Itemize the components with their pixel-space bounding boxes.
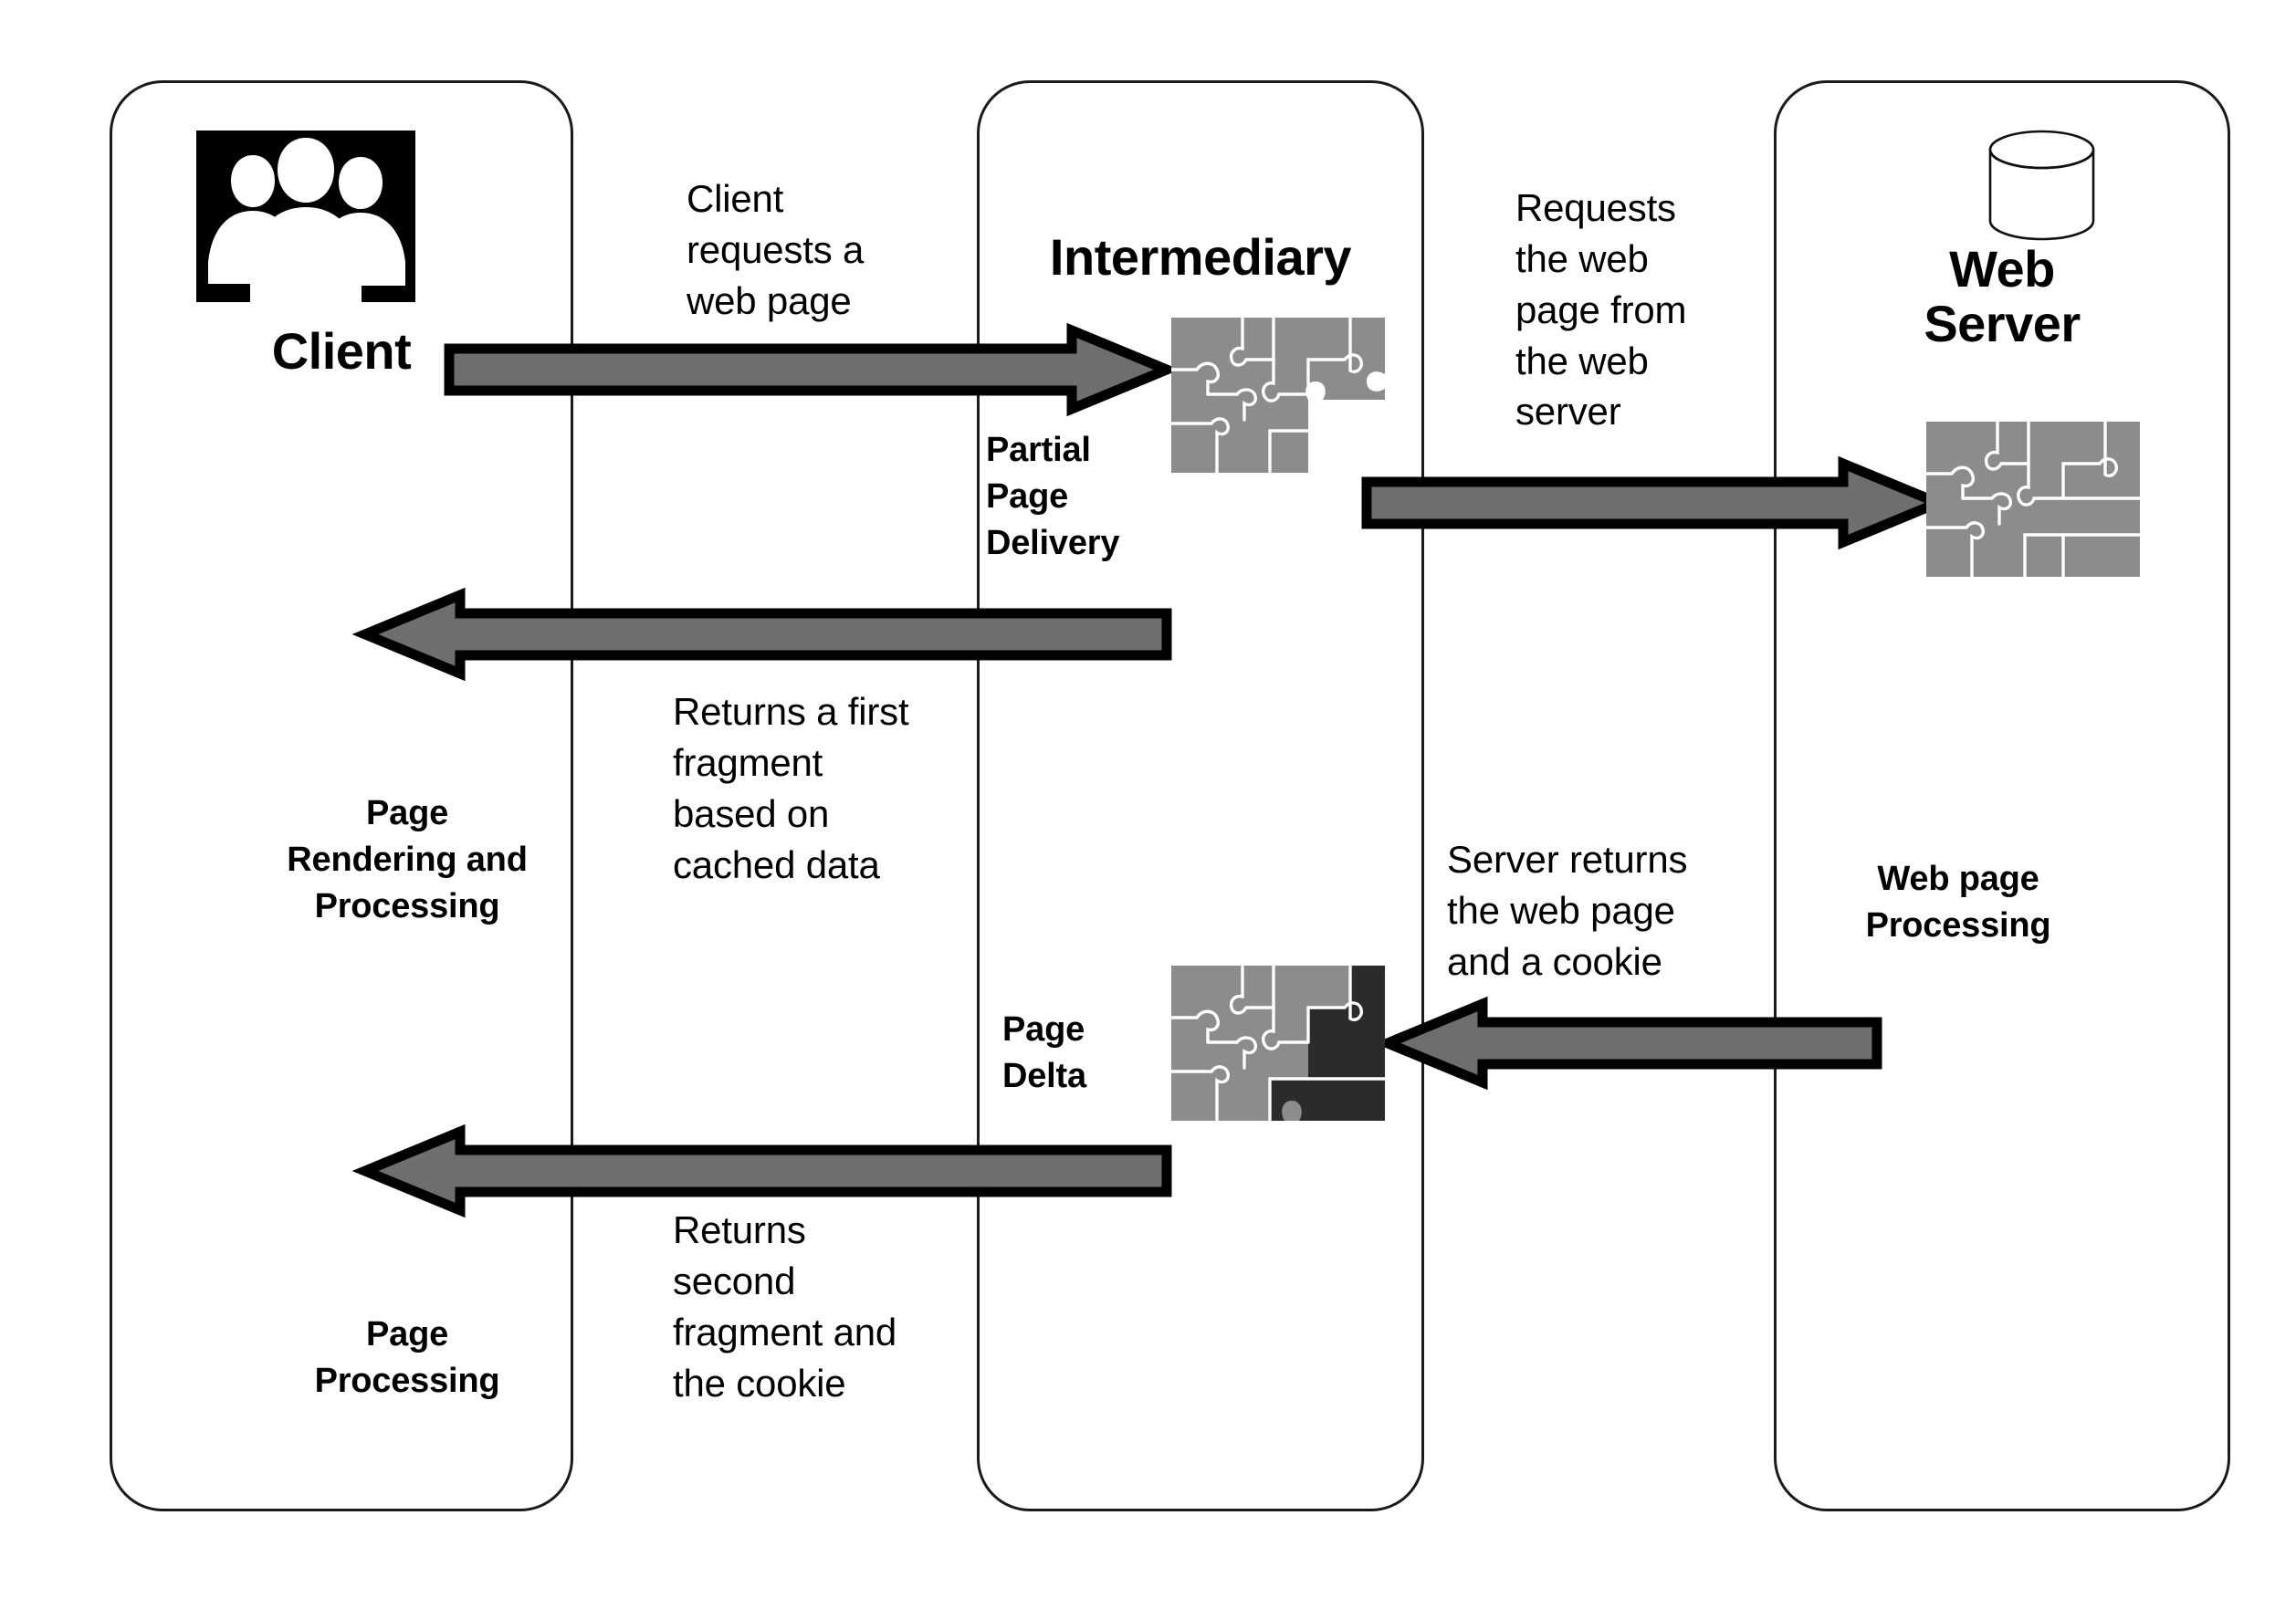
label-web-page-processing: Web page Processing — [1865, 860, 2051, 945]
arrow-server-returns-page — [1374, 996, 1882, 1091]
label-page-processing: Page Processing — [314, 1315, 500, 1400]
arrow-requests-from-server — [1361, 455, 1952, 550]
note-server-returns-page-cookie: Server returns the web page and a cookie — [1447, 838, 1688, 983]
note-client-requests-page: Client requests a web page — [687, 177, 865, 322]
label-page-delta: Page Delta — [1002, 1010, 1086, 1095]
puzzle-complete-icon — [1926, 422, 2140, 577]
lane-title-intermediary: Intermediary — [1049, 228, 1352, 286]
note-returns-first-fragment: Returns a first fragment based on cached… — [673, 690, 909, 886]
people-group-icon — [196, 131, 415, 302]
note-returns-second-fragment: Returns second fragment and the cookie — [673, 1208, 897, 1405]
label-partial-page-delivery: Partial Page Delivery — [986, 431, 1120, 562]
arrow-returns-first-fragment — [351, 587, 1172, 682]
arrow-client-requests-page — [444, 322, 1180, 417]
arrow-returns-second-fragment — [351, 1123, 1172, 1218]
note-requests-from-web-server: Requests the web page from the web serve… — [1515, 186, 1687, 434]
lane-title-webserver: Web Server — [1924, 240, 2081, 353]
diagram-canvas: Client Intermediary Web Server Client re… — [0, 0, 2296, 1599]
lane-intermediary — [977, 80, 1424, 1511]
database-cylinder-icon — [1985, 130, 2099, 241]
label-page-rendering-and-processing: Page Rendering and Processing — [287, 794, 528, 925]
